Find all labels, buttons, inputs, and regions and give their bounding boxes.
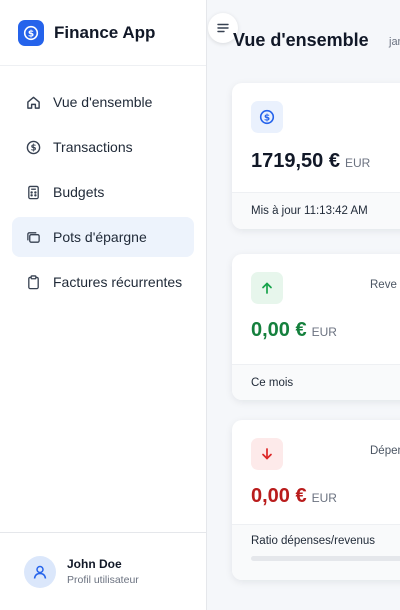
sidebar-item-overview[interactable]: Vue d'ensemble <box>12 82 194 122</box>
dollar-icon: $ <box>251 101 283 133</box>
expenses-ratio-bar <box>251 556 400 561</box>
clipboard-icon <box>25 274 41 290</box>
income-amount: 0,00 € EUR <box>251 319 337 342</box>
page-title: Vue d'ensemble <box>233 30 369 50</box>
expenses-ratio-label: Ratio dépenses/revenus <box>251 535 376 547</box>
menu-icon <box>217 23 229 33</box>
arrow-up-icon <box>251 272 283 304</box>
expenses-card: Dépen 0,00 € EUR Ratio dépenses/revenus <box>232 420 400 580</box>
income-value: 0,00 € <box>251 319 307 341</box>
sidebar-item-label: Pots d'épargne <box>53 229 147 245</box>
expenses-label: Dépen <box>370 445 400 457</box>
balance-value: 1719,50 € <box>251 150 340 172</box>
svg-text:$: $ <box>28 29 34 39</box>
expenses-amount: 0,00 € EUR <box>251 485 337 508</box>
expenses-ratio: Ratio dépenses/revenus <box>232 524 400 580</box>
user-avatar-icon <box>24 555 56 588</box>
balance-updated: Mis à jour 11:13:42 AM <box>232 192 400 229</box>
balance-amount: 1719,50 € EUR <box>251 150 370 173</box>
app-title: Finance App <box>54 22 156 42</box>
sidebar-item-transactions[interactable]: $ Transactions <box>12 127 194 167</box>
sidebar-item-budgets[interactable]: Budgets <box>12 172 194 212</box>
sidebar-item-label: Budgets <box>53 184 105 200</box>
sidebar-item-label: Transactions <box>53 139 133 155</box>
sidebar-nav: Vue d'ensemble $ Transactions Budgets Po… <box>0 66 206 302</box>
income-card: Reve 0,00 € EUR Ce mois <box>232 254 400 400</box>
svg-text:$: $ <box>30 142 36 152</box>
sidebar-item-recurring-bills[interactable]: Factures récurrentes <box>12 262 194 302</box>
brand[interactable]: $ Finance App <box>0 0 206 66</box>
user-role: Profil utilisateur <box>67 574 139 586</box>
user-profile[interactable]: John Doe Profil utilisateur <box>0 532 206 610</box>
user-name: John Doe <box>67 557 122 571</box>
expenses-currency: EUR <box>311 491 337 505</box>
sidebar-item-label: Factures récurrentes <box>53 274 183 290</box>
balance-currency: EUR <box>344 156 371 170</box>
sidebar: $ Finance App Vue d'ensemble $ Transacti… <box>0 0 207 610</box>
income-label: Reve <box>370 279 397 291</box>
income-period: Ce mois <box>232 364 400 400</box>
user-text: John Doe Profil utilisateur <box>67 557 139 586</box>
sidebar-item-savings-pots[interactable]: Pots d'épargne <box>12 217 194 257</box>
calculator-icon <box>25 184 41 200</box>
arrow-down-icon <box>251 438 283 470</box>
income-currency: EUR <box>311 325 337 339</box>
sidebar-item-label: Vue d'ensemble <box>53 94 153 110</box>
expenses-value: 0,00 € <box>251 485 307 507</box>
wallet-icon <box>25 229 41 245</box>
svg-text:$: $ <box>264 113 270 123</box>
dollar-circle-icon: $ <box>25 139 41 155</box>
page-date: jan <box>389 36 400 48</box>
balance-card: $ 1719,50 € EUR Mis à jour 11:13:42 AM <box>232 83 400 229</box>
home-icon <box>25 94 41 110</box>
main-content: Vue d'ensemble jan $ 1719,50 € EUR Mis à … <box>207 0 400 610</box>
dollar-logo-icon: $ <box>18 19 44 46</box>
